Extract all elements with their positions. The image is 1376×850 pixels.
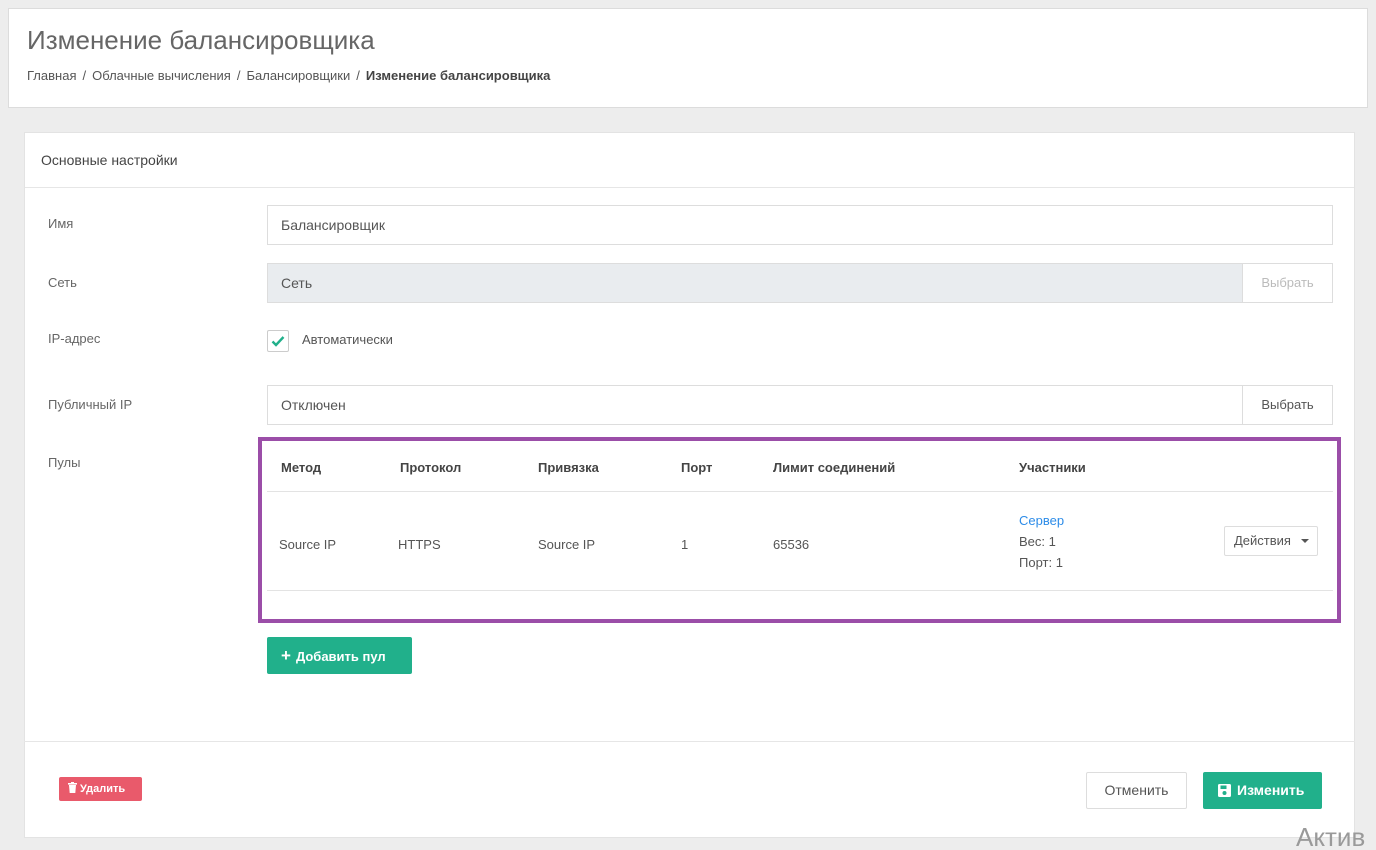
activation-watermark: Актив bbox=[1296, 822, 1366, 850]
breadcrumb-separator: / bbox=[236, 68, 241, 83]
delete-button[interactable]: Удалить bbox=[59, 777, 142, 801]
auto-ip-label[interactable]: Автоматически bbox=[302, 332, 393, 347]
public-ip-input: Отключен bbox=[267, 385, 1243, 425]
ip-label: IP-адрес bbox=[48, 331, 101, 346]
name-input[interactable]: Балансировщик bbox=[267, 205, 1333, 245]
pool-connection-limit: 65536 bbox=[773, 537, 810, 552]
save-icon bbox=[1218, 784, 1231, 797]
pool-binding: Source IP bbox=[538, 537, 596, 552]
breadcrumb: Главная / Облачные вычисления / Балансировщи… bbox=[27, 68, 550, 83]
network-input: Сеть bbox=[267, 263, 1243, 303]
page-header: Изменение балансировщика Главная / Облачны… bbox=[8, 8, 1368, 108]
actions-dropdown-button[interactable]: Действия bbox=[1224, 526, 1318, 556]
name-label: Имя bbox=[48, 216, 74, 231]
add-pool-label: Добавить пул bbox=[295, 649, 386, 664]
trash-icon bbox=[68, 782, 77, 793]
pools-label: Пулы bbox=[48, 455, 81, 470]
member-server-link[interactable]: Сервер bbox=[1019, 513, 1064, 528]
submit-button[interactable]: Изменить bbox=[1203, 772, 1322, 809]
column-header-method: Метод bbox=[281, 460, 322, 475]
public-ip-label: Публичный IP bbox=[48, 397, 133, 412]
header-divider bbox=[267, 491, 1333, 492]
page-title: Изменение балансировщика bbox=[27, 25, 375, 55]
breadcrumb-current: Изменение балансировщика bbox=[365, 68, 551, 83]
breadcrumb-separator: / bbox=[356, 68, 360, 83]
auto-ip-checkbox[interactable] bbox=[267, 330, 289, 352]
column-header-binding: Привязка bbox=[538, 460, 599, 475]
pool-method: Source IP bbox=[279, 537, 337, 552]
footer-divider bbox=[24, 741, 1355, 742]
column-header-protocol: Протокол bbox=[400, 460, 462, 475]
breadcrumb-cloud[interactable]: Облачные вычисления bbox=[92, 68, 231, 83]
breadcrumb-balancers[interactable]: Балансировщики bbox=[246, 68, 350, 83]
breadcrumb-separator: / bbox=[82, 68, 87, 83]
submit-label: Изменить bbox=[1237, 782, 1305, 798]
card-title: Основные настройки bbox=[41, 152, 178, 168]
pool-protocol: HTTPS bbox=[398, 537, 441, 552]
network-label: Сеть bbox=[48, 275, 77, 290]
column-header-members: Участники bbox=[1019, 460, 1086, 475]
network-select-button: Выбрать bbox=[1242, 263, 1333, 303]
cancel-button[interactable]: Отменить bbox=[1086, 772, 1187, 809]
actions-label: Действия bbox=[1234, 533, 1291, 548]
member-weight: Вес: 1 bbox=[1019, 534, 1056, 549]
column-header-port: Порт bbox=[681, 460, 713, 475]
pool-port: 1 bbox=[681, 537, 689, 552]
add-pool-button[interactable]: + Добавить пул bbox=[267, 637, 412, 674]
card-header: Основные настройки bbox=[25, 133, 1354, 188]
caret-down-icon bbox=[1301, 539, 1309, 543]
public-ip-select-button[interactable]: Выбрать bbox=[1242, 385, 1333, 425]
column-header-connection-limit: Лимит соединений bbox=[773, 460, 896, 475]
checkmark-icon bbox=[271, 336, 285, 347]
plus-icon: + bbox=[281, 646, 291, 665]
breadcrumb-home[interactable]: Главная bbox=[27, 68, 76, 83]
member-port: Порт: 1 bbox=[1019, 555, 1063, 570]
row-divider bbox=[267, 590, 1333, 591]
delete-label: Удалить bbox=[80, 783, 126, 795]
